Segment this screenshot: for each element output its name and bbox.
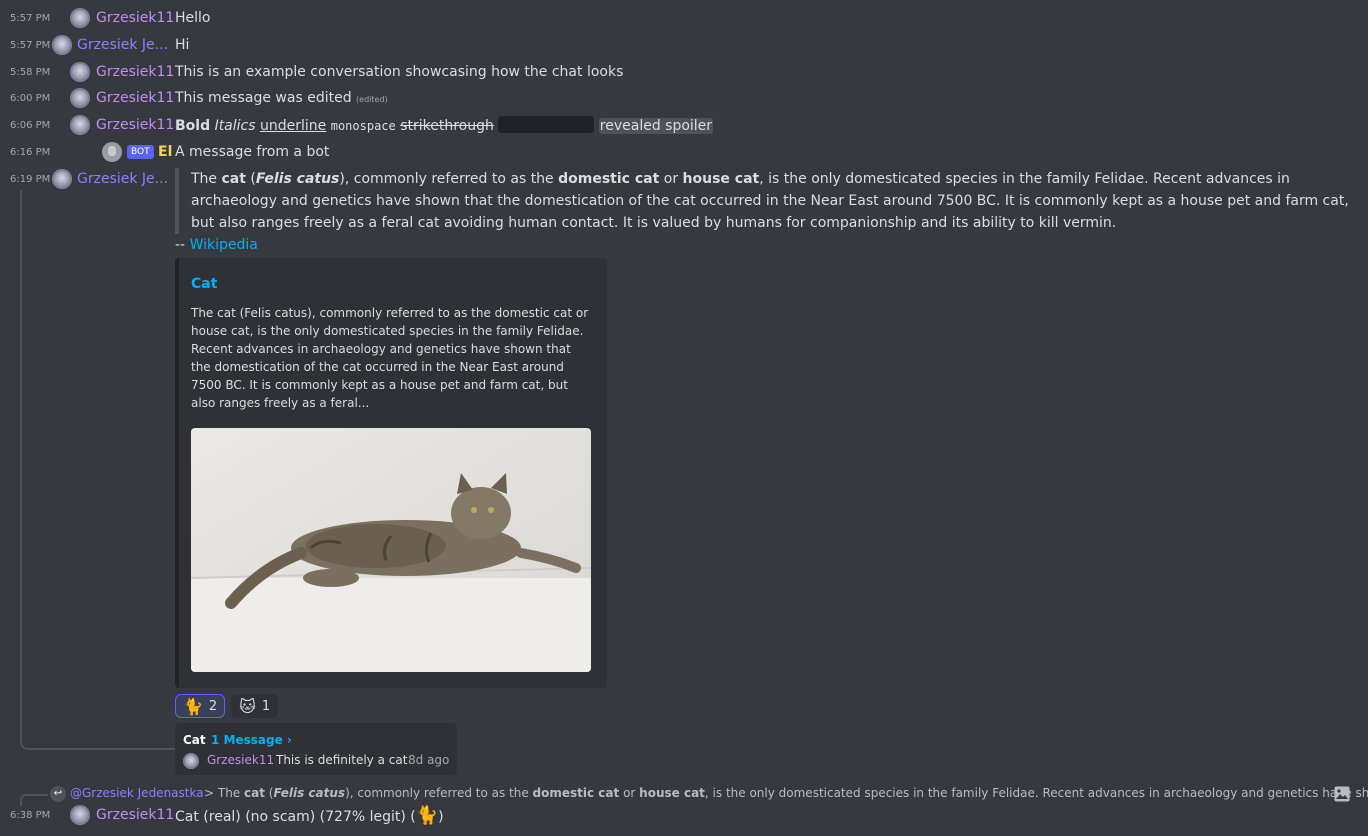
cat-photo <box>191 428 591 672</box>
monospace-text: monospace <box>330 119 396 133</box>
cat-emoji-icon: 🐈 <box>183 696 203 716</box>
username[interactable]: Grzesiek Je... <box>77 171 168 187</box>
avatar[interactable] <box>102 142 122 162</box>
message-text: Bold Italics underline monospace striket… <box>175 116 714 134</box>
quote-text: ), commonly referred to as the <box>339 171 559 187</box>
message-body: Cat (real) (no scam) (727% legit) ( <box>175 808 416 825</box>
cat-face-emoji-icon: 🐱 <box>239 696 256 716</box>
message-text: This is an example conversation showcasi… <box>175 64 624 80</box>
bot-badge: BOT <box>127 145 154 159</box>
message-text: A message from a bot <box>175 144 330 160</box>
message-text: This message was edited (edited) <box>175 90 388 106</box>
timestamp: 5:57 PM <box>10 39 51 51</box>
timestamp: 6:00 PM <box>10 92 51 104</box>
block-quote: The cat (Felis catus), commonly referred… <box>175 168 1368 234</box>
avatar[interactable] <box>70 8 90 28</box>
edited-marker: (edited) <box>356 95 388 104</box>
message-text: Hello <box>175 10 211 26</box>
reply-reference[interactable]: ↩ @Grzesiek Jedenastka > The cat (Felis … <box>0 784 1368 806</box>
thread-preview[interactable]: Cat 1 Message › Grzesiek11 This is defin… <box>175 723 457 775</box>
reply-text: > The <box>204 786 245 800</box>
reply-bold-italic: Felis catus <box>273 786 346 800</box>
underline-text: underline <box>259 118 327 134</box>
source-prefix: -- <box>175 237 190 253</box>
message-row: 5:57 PM Grzesiek Je... Hi <box>0 33 1368 57</box>
reaction-cat[interactable]: 🐈 2 <box>175 694 226 718</box>
reply-bold: domestic cat <box>532 786 620 800</box>
message-row: 6:38 PM Grzesiek11 Cat (real) (no scam) … <box>0 803 1368 827</box>
quote-text: ( <box>245 171 256 187</box>
message-text: Cat (real) (no scam) (727% legit) (🐈) <box>175 805 444 826</box>
reaction-cat-face[interactable]: 🐱 1 <box>231 694 279 718</box>
strikethrough-text: strikethrough <box>400 118 494 134</box>
avatar[interactable] <box>70 88 90 108</box>
wikipedia-link[interactable]: Wikipedia <box>190 237 258 253</box>
reaction-count: 2 <box>208 698 218 714</box>
message-text: Hi <box>175 37 190 53</box>
reaction-count: 1 <box>261 698 271 714</box>
username[interactable]: Grzesiek11 <box>96 117 174 133</box>
message-row: 6:00 PM Grzesiek11 This message was edit… <box>0 86 1368 110</box>
message-body: This message was edited <box>175 90 352 106</box>
avatar[interactable] <box>70 62 90 82</box>
link-embed: Cat The cat (Felis catus), commonly refe… <box>175 258 607 688</box>
cat-emoji-icon: 🐈 <box>415 804 439 826</box>
quote-bold: domestic cat <box>558 171 660 187</box>
timestamp: 6:19 PM <box>10 173 51 185</box>
reply-bold: house cat <box>639 786 705 800</box>
message-row: 5:58 PM Grzesiek11 This is an example co… <box>0 60 1368 84</box>
reply-preview: > The cat (Felis catus), commonly referr… <box>204 786 1368 800</box>
quote-text: The <box>191 171 222 187</box>
username[interactable]: Grzesiek11 <box>96 10 174 26</box>
reply-bold: cat <box>244 786 265 800</box>
message-row: 5:57 PM Grzesiek11 Hello <box>0 6 1368 30</box>
embed-title[interactable]: Cat <box>191 276 217 292</box>
reactions: 🐈 2 🐱 1 <box>175 694 279 718</box>
timestamp: 6:06 PM <box>10 119 51 131</box>
hidden-spoiler[interactable] <box>498 116 595 133</box>
avatar[interactable] <box>52 169 72 189</box>
message-row: 6:16 PM BOT El A message from a bot <box>0 140 1368 164</box>
quote-text: or <box>659 171 683 187</box>
username[interactable]: El <box>158 144 172 160</box>
reply-text: ), commonly referred to as the <box>345 786 533 800</box>
reply-text: , is the only domesticated species in th… <box>704 786 1368 800</box>
message-body: ) <box>438 808 444 825</box>
thread-message-count[interactable]: 1 Message › <box>211 733 292 747</box>
thread-time: 8d ago <box>408 753 450 767</box>
avatar <box>183 753 199 769</box>
reply-text: or <box>619 786 640 800</box>
quote-bold: cat <box>221 171 246 187</box>
embed-image[interactable] <box>191 428 591 672</box>
timestamp: 6:16 PM <box>10 146 51 158</box>
thread-name: Cat <box>183 733 206 747</box>
quote-source: -- Wikipedia <box>175 234 258 256</box>
quote-bold-italic: Felis catus <box>255 171 340 187</box>
bold-text: Bold <box>175 118 211 134</box>
quote-bold: house cat <box>682 171 760 187</box>
username[interactable]: Grzesiek11 <box>96 64 174 80</box>
avatar[interactable] <box>52 35 72 55</box>
embed-description: The cat (Felis catus), commonly referred… <box>191 306 589 410</box>
thread-last-message: This is definitely a cat <box>276 753 408 767</box>
username[interactable]: Grzesiek11 <box>96 807 174 823</box>
timestamp: 6:38 PM <box>10 809 51 821</box>
thread-spine <box>20 190 177 750</box>
username[interactable]: Grzesiek11 <box>96 90 174 106</box>
username[interactable]: Grzesiek Je... <box>77 37 168 53</box>
timestamp: 5:58 PM <box>10 66 51 78</box>
timestamp: 5:57 PM <box>10 12 51 24</box>
image-icon <box>1334 786 1350 802</box>
message-row: 6:06 PM Grzesiek11 Bold Italics underlin… <box>0 113 1368 137</box>
reply-arrow-icon: ↩ <box>50 786 66 802</box>
avatar[interactable] <box>70 115 90 135</box>
italic-text: Italics <box>214 118 256 134</box>
revealed-spoiler[interactable]: revealed spoiler <box>598 118 714 134</box>
thread-username: Grzesiek11 <box>207 753 275 767</box>
reply-username[interactable]: @Grzesiek Jedenastka <box>70 786 204 800</box>
avatar[interactable] <box>70 805 90 825</box>
